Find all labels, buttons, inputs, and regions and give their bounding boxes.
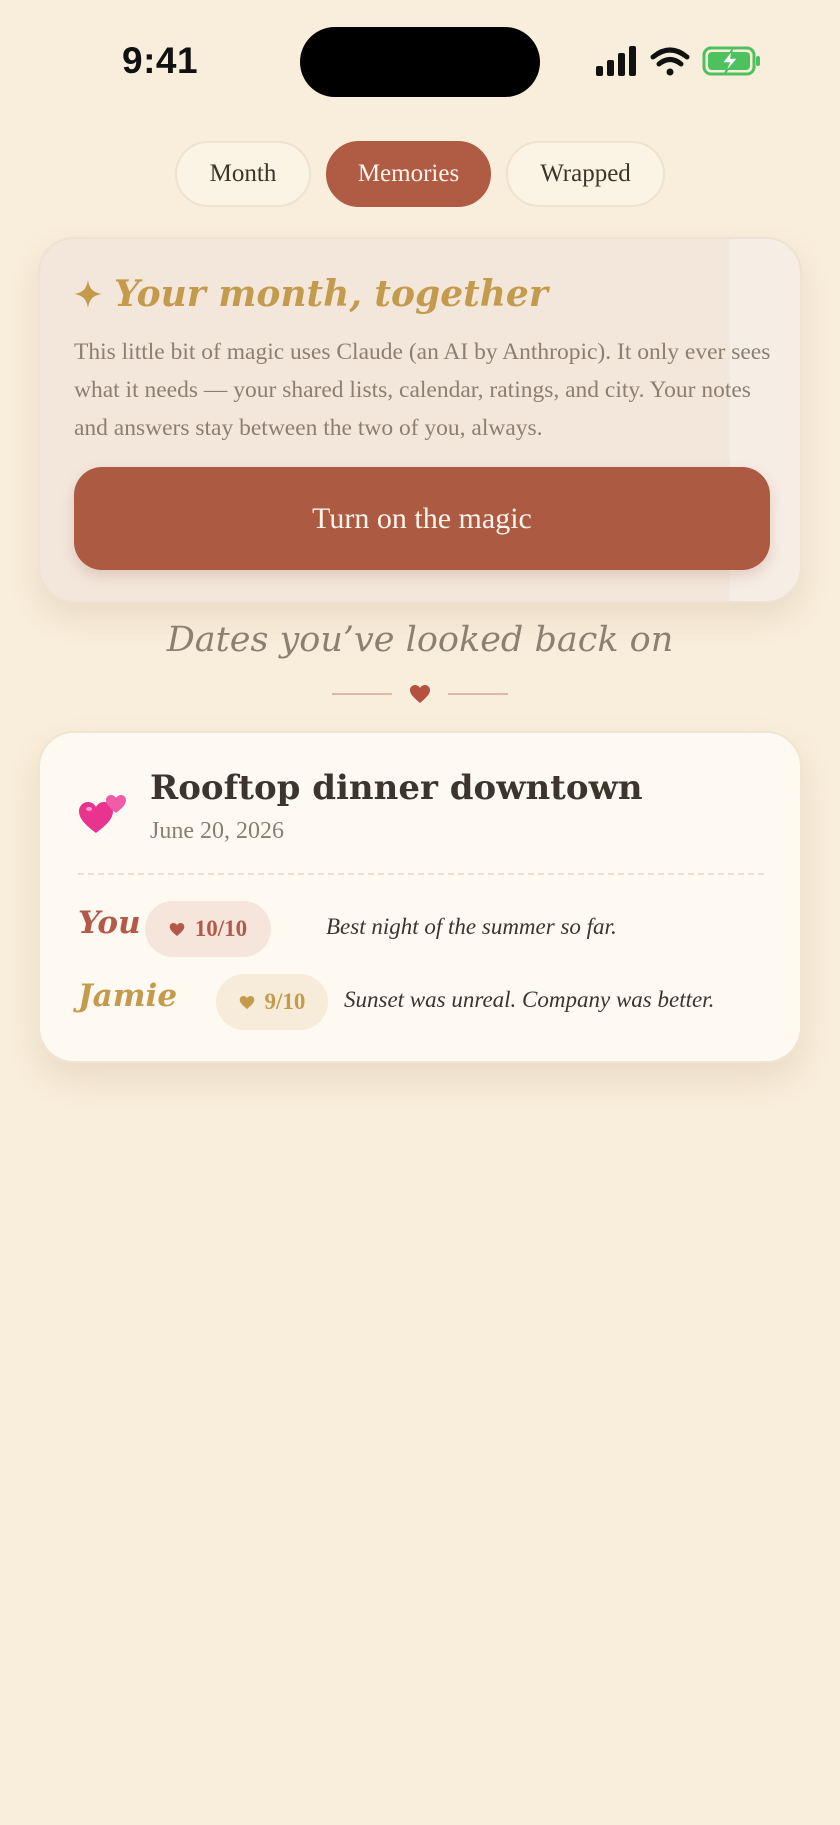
rating-row-jamie: Jamie 9/10 Sunset was unreal. Company wa… xyxy=(78,974,778,1030)
tab-month[interactable]: Month xyxy=(175,141,311,207)
heart-icon xyxy=(169,922,185,936)
tab-memories[interactable]: Memories xyxy=(326,141,491,207)
section-divider xyxy=(330,682,510,706)
status-icons xyxy=(594,44,764,78)
divider-line-right xyxy=(448,693,508,695)
heart-icon xyxy=(239,995,254,1009)
rating-row-you: You 10/10 Best night of the summer so fa… xyxy=(78,901,778,957)
status-bar: 9:41 xyxy=(0,0,840,120)
magic-card-body: This little bit of magic uses Claude (an… xyxy=(74,339,771,441)
score-value: 9/10 xyxy=(264,989,306,1014)
divider-line-left xyxy=(332,693,392,695)
dynamic-island xyxy=(300,27,540,97)
rater-name: You xyxy=(78,905,141,941)
rating-note: Sunset was unreal. Company was better. xyxy=(344,987,715,1012)
memory-card[interactable]: Rooftop dinner downtown June 20, 2026 Yo… xyxy=(38,731,802,1063)
sparkle-icon xyxy=(74,280,102,308)
two-hearts-icon xyxy=(79,795,126,833)
memory-date: June 20, 2026 xyxy=(150,818,284,844)
magic-card-heading: Your month, together xyxy=(74,269,774,319)
heart-icon xyxy=(410,685,430,703)
tab-wrapped[interactable]: Wrapped xyxy=(506,141,665,207)
score-badge: 9/10 xyxy=(216,974,328,1030)
signal-icon xyxy=(596,46,636,76)
rater-name: Jamie xyxy=(78,978,178,1014)
wifi-icon xyxy=(650,47,690,76)
score-value: 10/10 xyxy=(194,916,248,941)
battery-charging-icon xyxy=(702,46,760,76)
view-tabs: Month Memories Wrapped xyxy=(175,141,665,207)
memory-divider xyxy=(78,873,764,875)
status-time: 9:41 xyxy=(122,40,199,81)
magic-card-title: Your month, together xyxy=(114,273,548,315)
memory-title: Rooftop dinner downtown xyxy=(150,768,643,808)
rating-note: Best night of the summer so far. xyxy=(326,914,617,939)
turn-on-magic-button[interactable]: Turn on the magic xyxy=(74,467,770,570)
score-badge: 10/10 xyxy=(145,901,271,957)
magic-card: Your month, together This little bit of … xyxy=(38,237,802,603)
section-title: Dates you’ve looked back on xyxy=(166,620,674,660)
app-screen: 9:41 Month Memories Wrapped Your month, … xyxy=(0,0,840,1825)
